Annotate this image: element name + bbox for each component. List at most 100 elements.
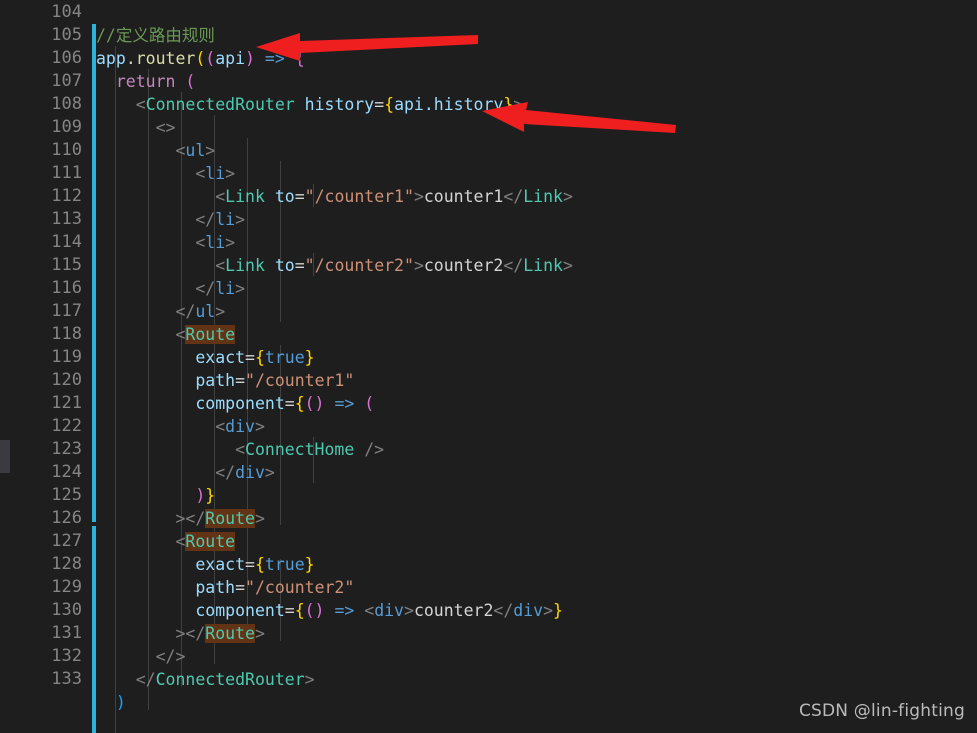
- tag-link-open: Link: [225, 187, 265, 206]
- code-line-124[interactable]: </div>: [96, 461, 275, 484]
- code-line-106[interactable]: app.router((api) => {: [96, 47, 305, 70]
- jsx-bracket: >: [235, 210, 246, 229]
- line-number-131: 131: [51, 623, 82, 643]
- jsx-bracket: </: [215, 463, 236, 482]
- equals-sign: =: [245, 348, 255, 367]
- line-number-133: 133: [51, 669, 82, 689]
- line-number-112: 112: [51, 186, 82, 206]
- code-line-109[interactable]: <>: [96, 116, 176, 139]
- attr-path: path: [195, 578, 236, 597]
- line-number-106: 106: [51, 48, 82, 68]
- line-number-121: 121: [51, 393, 82, 413]
- line-number-119: 119: [51, 347, 82, 367]
- tag-div-open: div: [374, 601, 404, 620]
- scrollbar-thumb[interactable]: [0, 440, 10, 473]
- code-line-120[interactable]: path="/counter1": [96, 369, 354, 392]
- code-line-111[interactable]: <li>: [96, 162, 235, 185]
- code-content[interactable]: //定义路由规则 app.router((api) => { return ( …: [96, 0, 977, 733]
- jsx-bracket: <: [175, 141, 186, 160]
- code-line-108[interactable]: <ConnectedRouter history={api.history}>: [96, 93, 523, 116]
- line-number-129: 129: [51, 577, 82, 597]
- brace-expr-close: }: [553, 601, 563, 620]
- code-line-115[interactable]: <Link to="/counter2">counter2</Link>: [96, 254, 573, 277]
- tag-connected-router-close: ConnectedRouter: [155, 670, 305, 689]
- code-line-133[interactable]: </ConnectedRouter>: [96, 668, 315, 691]
- tag-link-open: Link: [225, 256, 265, 275]
- equals-sign: =: [294, 256, 305, 275]
- jsx-bracket: >: [413, 256, 424, 275]
- jsx-bracket-close: >: [513, 95, 524, 114]
- code-line-112[interactable]: <Link to="/counter1">counter1</Link>: [96, 185, 573, 208]
- line-number-120: 120: [51, 370, 82, 390]
- brace-expr-close: }: [503, 95, 514, 114]
- jsx-bracket: </: [503, 256, 524, 275]
- jsx-bracket: <: [175, 532, 186, 551]
- code-line-127[interactable]: <Route: [96, 530, 236, 553]
- jsx-bracket: </: [503, 187, 524, 206]
- line-number-130: 130: [51, 600, 82, 620]
- jsx-bracket: >: [225, 233, 236, 252]
- code-line-128[interactable]: exact={true}: [96, 553, 314, 576]
- code-line-129[interactable]: path="/counter2": [96, 576, 354, 599]
- tag-link-close: Link: [523, 187, 563, 206]
- equals-sign: =: [235, 578, 246, 597]
- paren-open-2: (: [205, 49, 216, 68]
- jsx-bracket: </: [195, 279, 216, 298]
- code-line-118[interactable]: <Route: [96, 323, 236, 346]
- jsx-bracket: >: [562, 187, 573, 206]
- code-line-131[interactable]: ></Route>: [96, 622, 265, 645]
- div-text-counter2: counter2: [413, 601, 494, 620]
- code-line-121[interactable]: component={() => (: [96, 392, 374, 415]
- tag-li-open: li: [205, 233, 226, 252]
- string-counter1-path: "/counter1": [245, 371, 355, 390]
- paren-open-1: (: [195, 49, 206, 68]
- line-number-124: 124: [51, 462, 82, 482]
- paren-close-2: ): [245, 49, 255, 68]
- equals-sign: =: [245, 555, 255, 574]
- code-line-110[interactable]: <ul>: [96, 139, 215, 162]
- code-line-105[interactable]: //定义路由规则: [96, 24, 215, 47]
- line-number-125: 125: [51, 485, 82, 505]
- jsx-self-close: />: [364, 440, 385, 459]
- code-line-126[interactable]: ></Route>: [96, 507, 265, 530]
- jsx-bracket: >: [543, 601, 554, 620]
- tag-ul-close: ul: [195, 302, 216, 321]
- tag-route-close-match: Route: [205, 624, 255, 643]
- brace-expr-open: {: [384, 95, 395, 114]
- line-number-126: 126: [51, 508, 82, 528]
- string-counter1-path: "/counter1": [304, 187, 414, 206]
- link-text-counter2: counter2: [423, 256, 504, 275]
- jsx-bracket: <: [215, 187, 226, 206]
- attr-exact: exact: [195, 555, 246, 574]
- code-line-116[interactable]: </li>: [96, 277, 245, 300]
- attr-to: to: [274, 256, 295, 275]
- attr-history: history: [304, 95, 375, 114]
- code-line-119[interactable]: exact={true}: [96, 346, 314, 369]
- equals-sign: =: [235, 371, 246, 390]
- code-line-123[interactable]: <ConnectHome />: [96, 438, 384, 461]
- tag-li-close: li: [215, 279, 236, 298]
- method-router: router: [135, 49, 196, 68]
- jsx-bracket: ></: [175, 509, 206, 528]
- jsx-bracket: >: [254, 509, 265, 528]
- code-line-134[interactable]: ): [96, 691, 126, 714]
- jsx-bracket: <: [364, 601, 375, 620]
- code-line-122[interactable]: <div>: [96, 415, 265, 438]
- code-line-107[interactable]: return (: [96, 70, 195, 93]
- tag-route-open-match: Route: [185, 532, 236, 551]
- attr-component: component: [195, 601, 285, 620]
- code-line-125[interactable]: )}: [96, 484, 215, 507]
- jsx-bracket: >: [225, 164, 236, 183]
- editor-overview-strip[interactable]: [0, 0, 10, 733]
- code-line-114[interactable]: <li>: [96, 231, 235, 254]
- attr-path: path: [195, 371, 236, 390]
- code-line-117[interactable]: </ul>: [96, 300, 225, 323]
- code-line-132[interactable]: </>: [96, 645, 186, 668]
- jsx-bracket: <: [195, 233, 206, 252]
- jsx-bracket: </: [195, 210, 216, 229]
- tag-connect-home: ConnectHome: [245, 440, 355, 459]
- code-line-130[interactable]: component={() => <div>counter2</div>}: [96, 599, 563, 622]
- code-line-113[interactable]: </li>: [96, 208, 245, 231]
- dot-punct: .: [125, 49, 136, 68]
- jsx-bracket: </: [175, 302, 196, 321]
